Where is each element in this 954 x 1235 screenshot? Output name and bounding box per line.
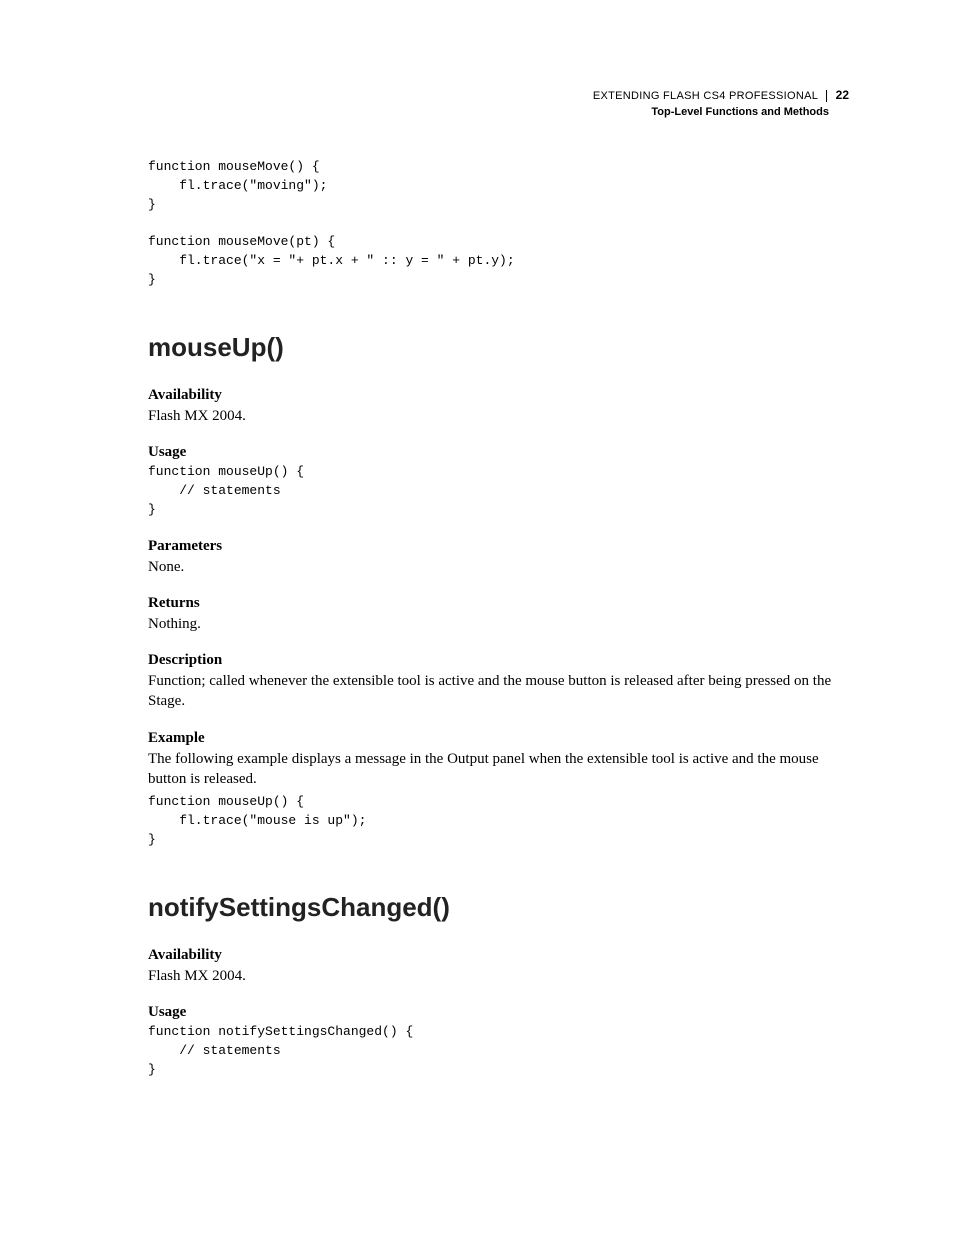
page-number: 22 [836, 88, 849, 102]
example-label: Example [148, 730, 849, 747]
section-heading-mouseup: mouseUp() [148, 332, 849, 363]
running-header: EXTENDING FLASH CS4 PROFESSIONAL 22 Top-… [593, 86, 849, 118]
example-text: The following example displays a message… [148, 749, 849, 790]
availability-text-2: Flash MX 2004. [148, 966, 849, 986]
availability-text: Flash MX 2004. [148, 406, 849, 426]
header-subtitle: Top-Level Functions and Methods [593, 106, 849, 118]
description-label: Description [148, 652, 849, 669]
availability-label: Availability [148, 387, 849, 404]
usage-label-2: Usage [148, 1004, 849, 1021]
returns-label: Returns [148, 595, 849, 612]
example-code-block: function mouseUp() { fl.trace("mouse is … [148, 793, 849, 850]
parameters-text: None. [148, 557, 849, 577]
description-text: Function; called whenever the extensible… [148, 671, 849, 712]
intro-code-block: function mouseMove() { fl.trace("moving"… [148, 158, 849, 290]
returns-text: Nothing. [148, 614, 849, 634]
usage-code-block-2: function notifySettingsChanged() { // st… [148, 1023, 849, 1080]
header-title: EXTENDING FLASH CS4 PROFESSIONAL [593, 90, 827, 102]
parameters-label: Parameters [148, 538, 849, 555]
section-heading-notifysettingschanged: notifySettingsChanged() [148, 892, 849, 923]
availability-label-2: Availability [148, 947, 849, 964]
page-content: function mouseMove() { fl.trace("moving"… [148, 158, 849, 1080]
usage-code-block: function mouseUp() { // statements } [148, 463, 849, 520]
usage-label: Usage [148, 444, 849, 461]
